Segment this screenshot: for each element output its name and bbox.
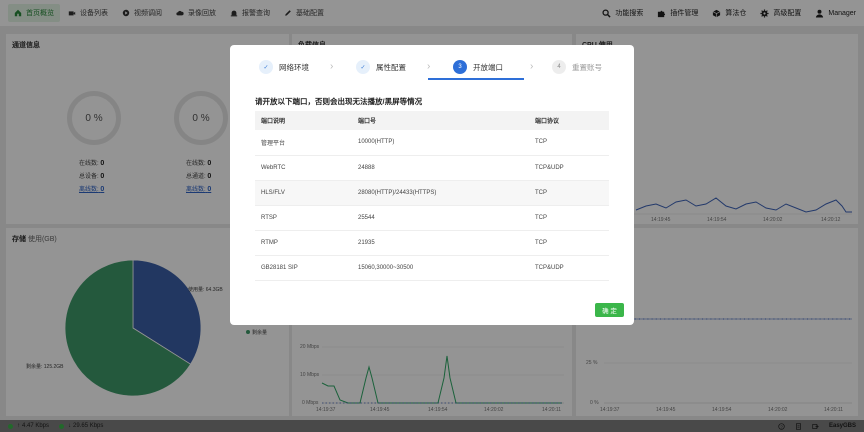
table-cell: TCP&UDP — [529, 155, 609, 181]
column-header: 端口说明 — [255, 111, 352, 130]
table-cell: 28080(HTTP)/24433(HTTPS) — [352, 180, 529, 206]
table-cell: TCP — [529, 205, 609, 231]
table-cell: RTSP — [255, 205, 352, 231]
step-reset-account[interactable]: 4 重置账号 — [552, 57, 602, 77]
table-row: 管理平台 10000(HTTP) TCP — [255, 130, 609, 156]
table-row: WebRTC 24888 TCP&UDP — [255, 155, 609, 181]
column-header: 端口号 — [352, 111, 529, 130]
table-row: GB28181 SIP 15060,30000~30500 TCP&UDP — [255, 255, 609, 281]
setup-wizard-dialog: ✓ 网络环境 › ✓ 属性配置 › 3 开放端口 › 4 重置账号 请开放以下端… — [230, 45, 634, 325]
table-cell: 15060,30000~30500 — [352, 255, 529, 281]
chevron-right-icon: › — [530, 61, 534, 72]
table-cell: WebRTC — [255, 155, 352, 181]
table-row: HLS/FLV 28080(HTTP)/24433(HTTPS) TCP — [255, 180, 609, 206]
ports-table: 端口说明 端口号 端口协议 管理平台 10000(HTTP) TCP WebRT… — [255, 111, 609, 281]
step-number: 3 — [453, 60, 467, 74]
table-cell: 25544 — [352, 205, 529, 231]
chevron-right-icon: › — [330, 61, 334, 72]
table-header-row: 端口说明 端口号 端口协议 — [255, 111, 609, 130]
check-icon: ✓ — [259, 60, 273, 74]
table-cell: RTMP — [255, 230, 352, 256]
step-number: 4 — [552, 60, 566, 74]
table-cell: TCP — [529, 230, 609, 256]
table-cell: GB28181 SIP — [255, 255, 352, 281]
step-label: 重置账号 — [572, 62, 602, 72]
column-header: 端口协议 — [529, 111, 609, 130]
table-cell: TCP — [529, 130, 609, 156]
table-row: RTMP 21935 TCP — [255, 230, 609, 256]
table-cell: 24888 — [352, 155, 529, 181]
step-label: 属性配置 — [376, 62, 406, 72]
step-properties[interactable]: ✓ 属性配置 — [356, 57, 406, 77]
step-network[interactable]: ✓ 网络环境 — [259, 57, 309, 77]
step-open-ports[interactable]: 3 开放端口 — [453, 57, 503, 77]
instruction-text: 请开放以下端口，否则会出现无法播放/黑屏等情况 — [255, 97, 423, 106]
step-label: 网络环境 — [279, 62, 309, 72]
chevron-right-icon: › — [427, 61, 431, 72]
check-icon: ✓ — [356, 60, 370, 74]
table-cell: TCP&UDP — [529, 255, 609, 281]
table-cell: TCP — [529, 180, 609, 206]
table-cell: 10000(HTTP) — [352, 130, 529, 156]
step-label: 开放端口 — [473, 62, 503, 72]
active-step-indicator — [428, 78, 524, 80]
table-cell: 21935 — [352, 230, 529, 256]
table-cell: HLS/FLV — [255, 180, 352, 206]
table-cell: 管理平台 — [255, 130, 352, 156]
confirm-button[interactable]: 确 定 — [595, 303, 624, 317]
table-row: RTSP 25544 TCP — [255, 205, 609, 231]
